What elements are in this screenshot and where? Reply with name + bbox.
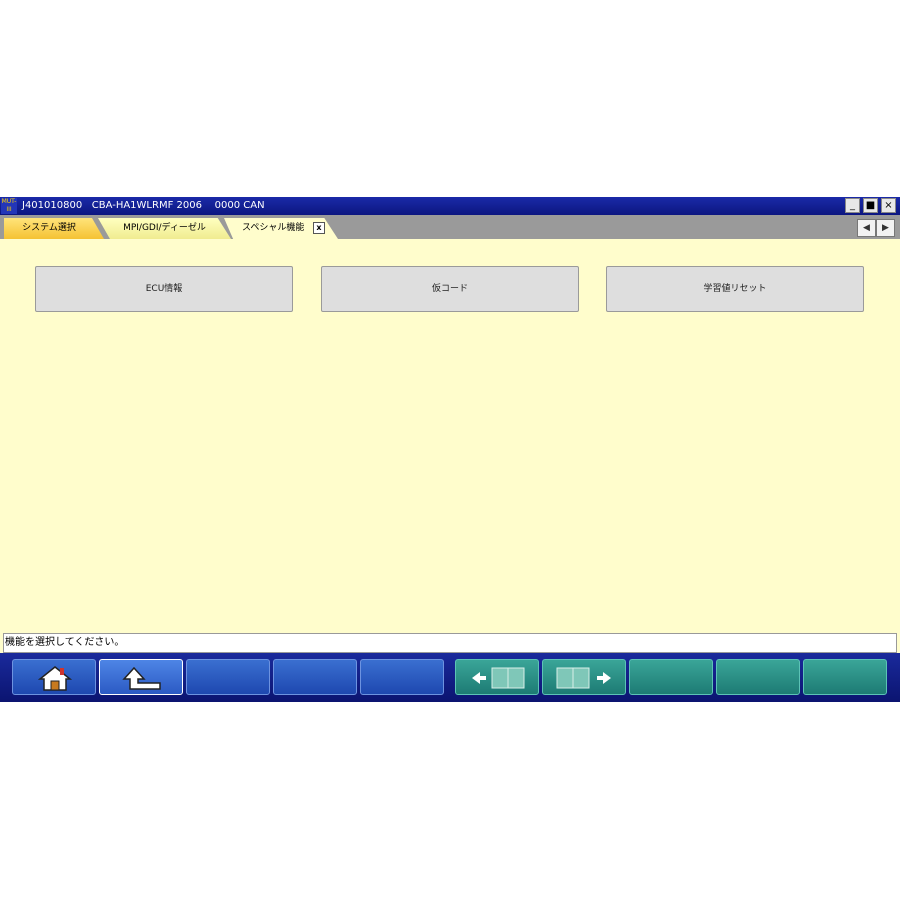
manual-prev-button[interactable] <box>455 659 539 695</box>
app-logo-icon: MUT-III <box>1 198 17 214</box>
minimize-button[interactable]: _ <box>845 198 860 213</box>
toolbar-button-5[interactable] <box>360 659 444 695</box>
manual-prev-icon <box>472 667 525 689</box>
manual-next-icon <box>556 667 611 689</box>
bottom-toolbar <box>0 653 900 702</box>
main-window: MUT-III J401010800 CBA-HA1WLRMF 2006 000… <box>0 197 900 702</box>
tab-system-select[interactable]: システム選択 <box>4 218 104 239</box>
manual-next-button[interactable] <box>542 659 626 695</box>
status-bar: 機能を選択してください。 <box>3 633 897 653</box>
close-button[interactable]: × <box>881 198 896 213</box>
tab-mpi-gdi-diesel[interactable]: MPI/GDI/ディーゼル <box>98 218 231 239</box>
tab-bar: システム選択 MPI/GDI/ディーゼル スペシャル機能 x <box>0 215 900 239</box>
maximize-button[interactable]: ■ <box>863 198 878 213</box>
toolbar-button-10[interactable] <box>803 659 887 695</box>
ecu-info-button[interactable]: ECU情報 <box>35 266 293 312</box>
toolbar-button-8[interactable] <box>629 659 713 695</box>
back-arrow-icon <box>122 666 161 690</box>
tab-scroll-right-button[interactable]: ▶ <box>876 219 895 237</box>
title-bar: MUT-III J401010800 CBA-HA1WLRMF 2006 000… <box>0 197 900 215</box>
home-button[interactable] <box>12 659 96 695</box>
home-icon <box>37 666 73 691</box>
content-area: ECU情報 仮コード 学習値リセット <box>3 239 897 632</box>
back-button[interactable] <box>99 659 183 695</box>
toolbar-button-4[interactable] <box>273 659 357 695</box>
temporary-code-button[interactable]: 仮コード <box>321 266 579 312</box>
toolbar-button-3[interactable] <box>186 659 270 695</box>
toolbar-button-9[interactable] <box>716 659 800 695</box>
tab-scroll-left-button[interactable]: ◀ <box>857 219 876 237</box>
learned-value-reset-button[interactable]: 学習値リセット <box>606 266 864 312</box>
window-title: J401010800 CBA-HA1WLRMF 2006 0000 CAN <box>22 200 265 211</box>
tab-close-button[interactable]: x <box>313 222 325 234</box>
